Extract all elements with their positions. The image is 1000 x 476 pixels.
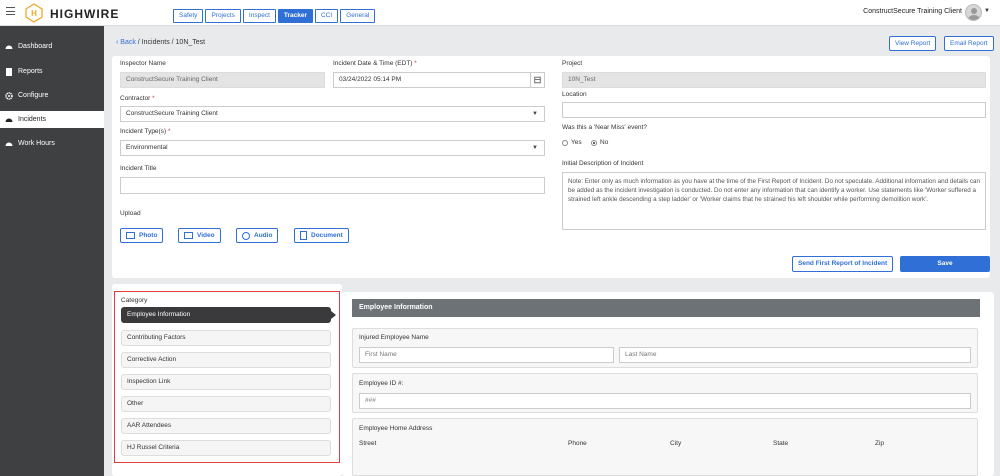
tab-cci[interactable]: CCI bbox=[315, 9, 339, 23]
sidebar-item-label: Dashboard bbox=[18, 43, 53, 50]
sidebar-item-label: Reports bbox=[18, 68, 43, 75]
view-report-button[interactable]: View Report bbox=[889, 36, 937, 51]
category-label: Category bbox=[121, 297, 148, 304]
employee-info-card: Employee Information Injured Employee Na… bbox=[342, 292, 994, 476]
injured-employee-name-label: Injured Employee Name bbox=[359, 334, 429, 341]
gear-icon bbox=[5, 91, 13, 100]
category-item-hj-russel-criteria[interactable]: HJ Russel Criteria bbox=[121, 440, 331, 456]
near-miss-yes-radio[interactable]: Yes bbox=[562, 139, 582, 146]
sidebar-item-label: Work Hours bbox=[18, 140, 55, 147]
incident-datetime-label: Incident Date & Time (EDT) * bbox=[333, 60, 417, 67]
state-column-label: State bbox=[773, 440, 789, 447]
incident-types-select[interactable]: Environmental ▼ bbox=[120, 140, 545, 156]
tab-safety[interactable]: Safety bbox=[173, 9, 204, 23]
dropdown-arrow-icon: ▼ bbox=[532, 145, 538, 151]
upload-label: Upload bbox=[120, 210, 141, 217]
calendar-icon[interactable] bbox=[530, 73, 544, 87]
sidebar-item-incidents[interactable]: Incidents bbox=[0, 111, 104, 128]
save-button[interactable]: Save bbox=[900, 256, 990, 272]
category-item-aar-attendees[interactable]: AAR Attendees bbox=[121, 418, 331, 434]
employee-id-section: Employee ID #: ### bbox=[352, 373, 978, 413]
project-label: Project bbox=[562, 60, 583, 67]
employee-id-input[interactable]: ### bbox=[359, 393, 971, 409]
sidebar-item-label: Configure bbox=[18, 92, 49, 99]
sidebar-item-reports[interactable]: Reports bbox=[0, 63, 104, 80]
inspector-name-field: ConstructSecure Training Client bbox=[120, 72, 325, 88]
employee-id-label: Employee ID #: bbox=[359, 380, 404, 387]
svg-text:H: H bbox=[31, 9, 37, 18]
chevron-down-icon[interactable]: ▼ bbox=[984, 8, 990, 14]
sidebar: Dashboard Reports Configure Incidents Wo… bbox=[0, 26, 104, 476]
first-name-input[interactable]: First Name bbox=[359, 347, 614, 363]
incident-types-label: Incident Type(s) * bbox=[120, 128, 171, 135]
tab-general[interactable]: General bbox=[340, 9, 376, 23]
contractor-select[interactable]: ConstructSecure Training Client ▼ bbox=[120, 106, 545, 122]
near-miss-no-radio[interactable]: No bbox=[591, 139, 608, 146]
location-label: Location bbox=[562, 91, 587, 98]
top-bar: H HIGHWIRE Safety Projects Inspect Track… bbox=[0, 0, 1000, 26]
category-item-corrective-action[interactable]: Corrective Action bbox=[121, 352, 331, 368]
breadcrumb: ‹ Back / Incidents / 10N_Test bbox=[116, 39, 205, 46]
breadcrumb-path: / Incidents / 10N_Test bbox=[137, 39, 206, 46]
send-first-report-button[interactable]: Send First Report of Incident bbox=[792, 256, 894, 272]
video-icon bbox=[184, 232, 193, 239]
photo-icon bbox=[126, 232, 135, 239]
audio-upload-button[interactable]: Audio bbox=[236, 228, 279, 243]
category-item-inspection-link[interactable]: Inspection Link bbox=[121, 374, 331, 390]
audio-icon bbox=[242, 231, 250, 240]
last-name-input[interactable]: Last Name bbox=[619, 347, 971, 363]
photo-upload-button[interactable]: Photo bbox=[120, 228, 164, 243]
incident-datetime-field[interactable]: 03/24/2022 05:14 PM bbox=[333, 72, 545, 88]
near-miss-label: Was this a 'Near Miss' event? bbox=[562, 124, 647, 131]
location-input[interactable] bbox=[562, 102, 986, 118]
email-report-button[interactable]: Email Report bbox=[944, 36, 994, 51]
document-upload-button[interactable]: Document bbox=[294, 228, 349, 243]
zip-column-label: Zip bbox=[875, 440, 885, 447]
back-link[interactable]: ‹ Back bbox=[116, 39, 136, 46]
avatar[interactable] bbox=[965, 4, 982, 21]
project-field: 10N_Test bbox=[562, 72, 986, 88]
employee-info-header: Employee Information bbox=[352, 299, 980, 317]
initial-description-textarea[interactable]: Note: Enter only as much information as … bbox=[562, 172, 986, 230]
reports-icon bbox=[6, 67, 12, 76]
dropdown-arrow-icon: ▼ bbox=[532, 111, 538, 117]
category-item-other[interactable]: Other bbox=[121, 396, 331, 412]
sidebar-item-dashboard[interactable]: Dashboard bbox=[0, 38, 104, 55]
highwire-logo-icon: H bbox=[25, 3, 43, 23]
radio-circle[interactable] bbox=[562, 139, 568, 146]
incident-title-label: Incident Title bbox=[120, 165, 157, 172]
phone-column-label: Phone bbox=[568, 440, 587, 447]
inspector-name-label: Inspector Name bbox=[120, 60, 166, 67]
dashboard-icon bbox=[5, 45, 13, 49]
sidebar-item-work-hours[interactable]: Work Hours bbox=[0, 135, 104, 152]
user-name[interactable]: ConstructSecure Training Client bbox=[863, 8, 962, 15]
employee-home-address-label: Employee Home Address bbox=[359, 425, 433, 432]
document-icon bbox=[300, 231, 307, 240]
category-item-employee-information[interactable]: Employee Information bbox=[121, 307, 336, 323]
city-column-label: City bbox=[670, 440, 682, 447]
injured-employee-name-section: Injured Employee Name First Name Last Na… bbox=[352, 328, 978, 368]
sidebar-item-configure[interactable]: Configure bbox=[0, 87, 104, 104]
tab-projects[interactable]: Projects bbox=[205, 9, 241, 23]
main-content: ‹ Back / Incidents / 10N_Test View Repor… bbox=[104, 26, 1000, 476]
initial-description-label: Initial Description of Incident bbox=[562, 160, 644, 167]
street-column-label: Street bbox=[359, 440, 377, 447]
incidents-icon bbox=[5, 118, 13, 122]
top-tabs: Safety Projects Inspect Tracker CCI Gene… bbox=[173, 9, 376, 23]
category-item-contributing-factors[interactable]: Contributing Factors bbox=[121, 330, 331, 346]
radio-circle[interactable] bbox=[591, 139, 597, 146]
contractor-label: Contractor * bbox=[120, 95, 155, 102]
incident-form-card: Inspector Name ConstructSecure Training … bbox=[112, 56, 990, 278]
clock-icon bbox=[5, 142, 13, 146]
sidebar-item-label: Incidents bbox=[18, 116, 47, 123]
video-upload-button[interactable]: Video bbox=[178, 228, 221, 243]
hamburger-menu-icon[interactable] bbox=[6, 7, 15, 15]
employee-home-address-section: Employee Home Address Street Phone City … bbox=[352, 418, 978, 476]
incident-title-input[interactable] bbox=[120, 177, 545, 194]
app-name: HIGHWIRE bbox=[50, 7, 120, 21]
category-panel: Category Employee Information Contributi… bbox=[114, 291, 340, 463]
tab-tracker[interactable]: Tracker bbox=[277, 9, 314, 23]
tab-inspect[interactable]: Inspect bbox=[242, 9, 276, 23]
